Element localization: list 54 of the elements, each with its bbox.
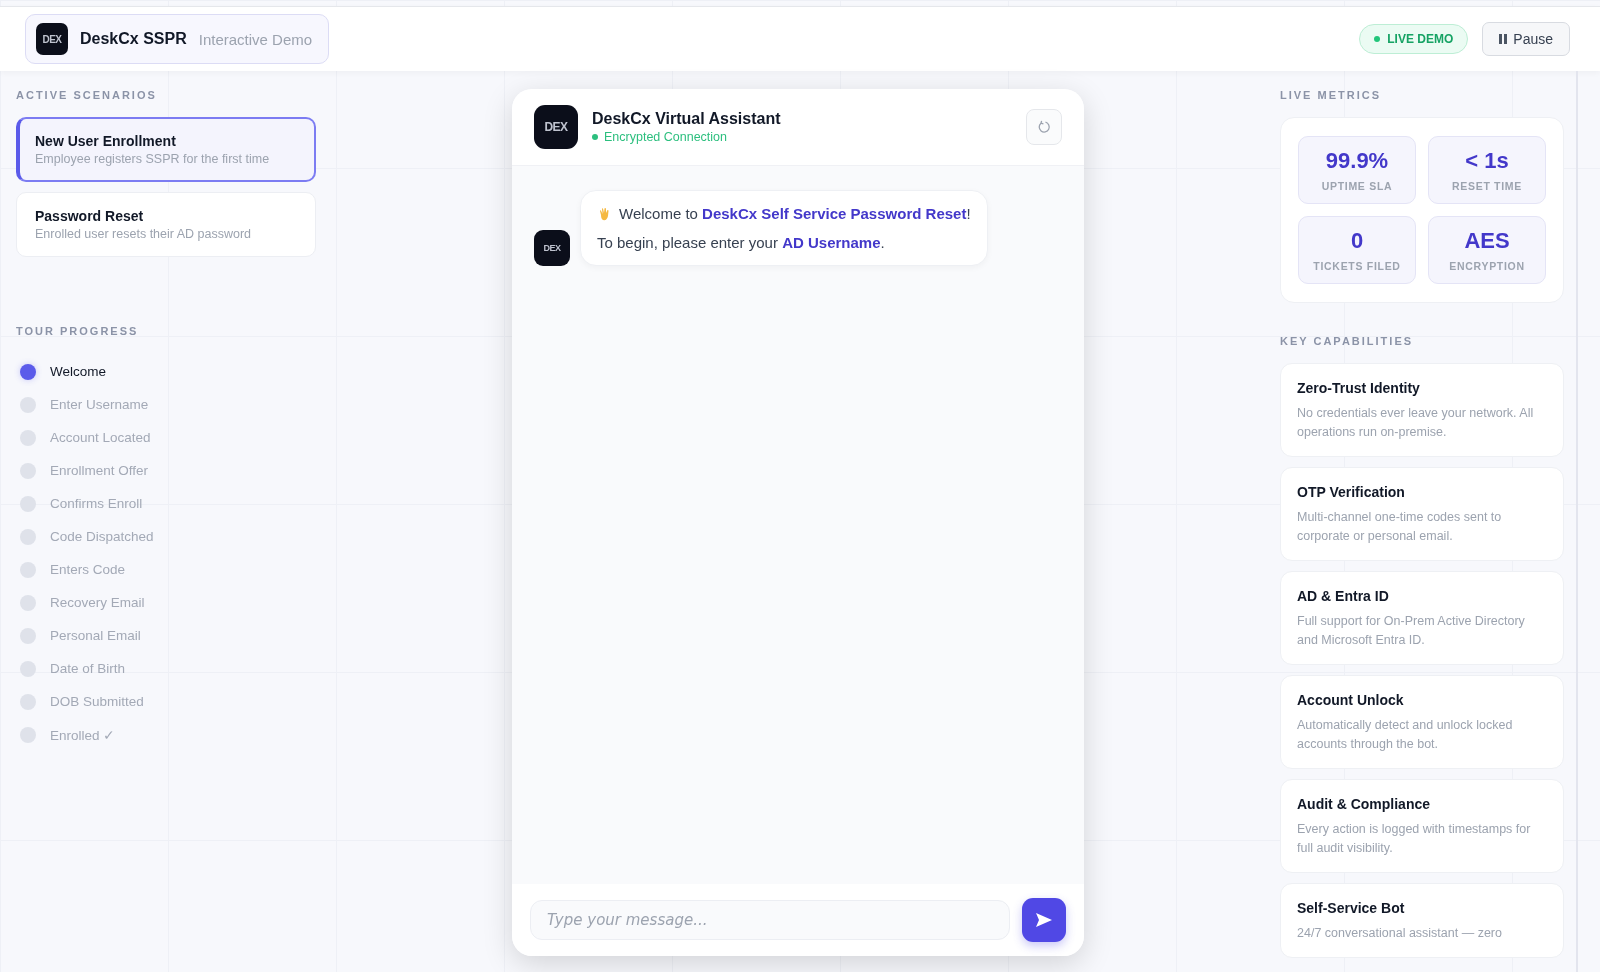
step-label: DOB Submitted [50,694,144,709]
step-label: Enrolled ✓ [50,726,116,743]
capability-description: No credentials ever leave your network. All operations run on-premise. [1297,405,1535,441]
connection-status: Encrypted Connection [592,130,1012,144]
logo: DEX [36,23,68,55]
metric-label: UPTIME SLA [1321,180,1393,192]
metric-label: ENCRYPTION [1449,260,1525,272]
step-label: Date of Birth [50,661,126,676]
capability-description: Every action is logged with timestamps for full audit visibility. [1297,821,1532,857]
pause-button[interactable]: Pause [1482,22,1570,56]
metric-value: < 1s [1465,148,1509,174]
step-label: Confirms Enroll [50,496,143,511]
step-label: Enrollment Offer [50,463,149,478]
step-label: Enters Code [50,562,126,577]
app-title: DeskCx SSPR [80,30,187,48]
scenario-card[interactable]: Password Reset Enrolled user resets their AD password [16,192,316,257]
message-input[interactable]: Type your message... [530,900,1010,940]
pause-icon [1499,34,1508,44]
capability-title: Zero-Trust Identity [1297,380,1421,396]
refresh-icon [1037,120,1051,134]
message-text: Welcome to DeskCx Self Service Password Reset! [619,205,971,222]
capability-title: Account Unlock [1297,692,1405,708]
section-heading: KEY CAPABILITIES [1280,335,1415,347]
step-label: Personal Email [50,628,141,643]
metric-value: 99.9% [1325,148,1389,174]
metric-value: 0 [1350,228,1364,254]
chat-title: DeskCx Virtual Assistant [592,110,782,128]
step-label: Code Dispatched [50,529,154,544]
section-heading: LIVE METRICS [1280,89,1382,101]
capability-description: Automatically detect and unlock locked accounts through the bot. [1297,717,1514,753]
assistant-logo: DEX [534,105,578,149]
capability-description: Full support for On-Prem Active Directory and Microsoft Entra ID. [1297,613,1526,649]
metric-label: TICKETS FILED [1313,260,1401,272]
live-demo-badge: LIVE DEMO [1359,24,1469,54]
step-label: Recovery Email [50,595,145,610]
app-subtitle: Interactive Demo [198,30,313,48]
send-icon [1035,912,1053,928]
capability-title: Self-Service Bot [1297,900,1406,916]
message-text: To begin, please enter your AD Username. [597,234,885,251]
step-label: Account Located [50,430,151,445]
capability-title: Audit & Compliance [1297,796,1431,812]
capability-description: 24/7 conversational assistant — zero [1297,925,1503,942]
metric-value: AES [1464,228,1510,254]
step-label: Welcome [50,364,107,379]
capability-title: AD & Entra ID [1297,588,1390,604]
section-heading: TOUR PROGRESS [16,325,140,337]
capability-title: OTP Verification [1297,484,1406,500]
capability-description: Multi-channel one-time codes sent to corporate or personal email. [1297,509,1503,545]
step-label: Enter Username [50,397,149,412]
scenario-card[interactable]: New User Enrollment Employee registers SSPR for the first time [16,117,316,182]
metric-label: RESET TIME [1452,180,1522,192]
bot-avatar: DEX [534,230,570,266]
section-heading: ACTIVE SCENARIOS [16,89,158,101]
send-button[interactable] [1022,898,1066,942]
